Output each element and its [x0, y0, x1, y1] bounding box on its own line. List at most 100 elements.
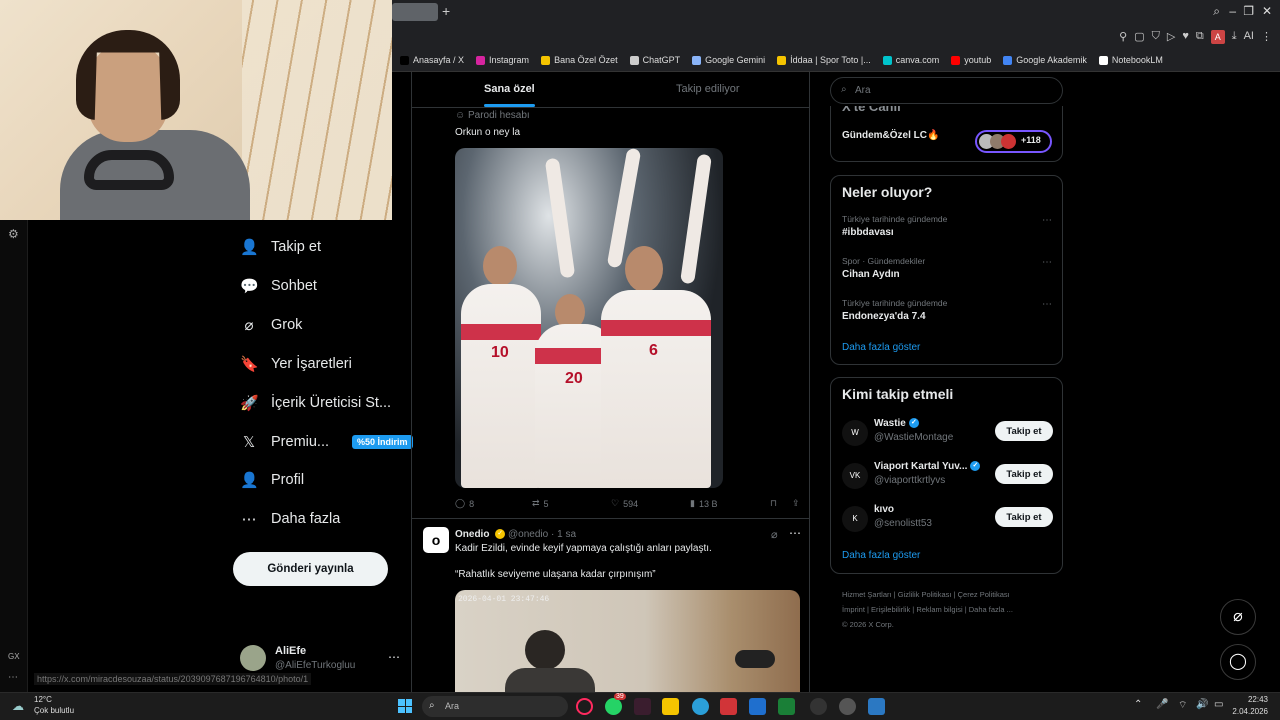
tab-following[interactable]: Takip ediliyor [676, 83, 740, 95]
settings-icon[interactable] [839, 698, 856, 715]
footer-link[interactable]: Daha fazla ... [969, 605, 1013, 614]
suggestion-name[interactable]: Wastie ✓ [874, 418, 919, 429]
author-handle[interactable]: @onedio [508, 529, 548, 540]
author-name[interactable]: Onedio [455, 529, 489, 540]
avatar[interactable]: K [842, 506, 868, 532]
post-button[interactable]: Gönderi yayınla [233, 552, 388, 586]
footer-link[interactable]: İmprint [842, 605, 865, 614]
trends-show-more[interactable]: Daha fazla göster [842, 342, 920, 353]
shield-icon[interactable]: ⛉ [1152, 30, 1160, 44]
excel-icon[interactable] [778, 698, 795, 715]
profile-a-button[interactable]: A [1210, 30, 1225, 44]
live-avatars[interactable]: +118 [975, 130, 1052, 153]
extensions-icon[interactable]: ⧉ [1196, 30, 1204, 44]
whatsapp-icon[interactable]: 39 [605, 693, 626, 715]
powerpoint-icon[interactable] [720, 698, 737, 715]
footer-link[interactable]: Hizmet Şartları [842, 590, 892, 599]
volume-icon[interactable]: 🔊 [1196, 699, 1208, 710]
follow-suggestion[interactable]: W Wastie ✓ @WastieMontage Takip et [842, 418, 1053, 448]
suggestion-name[interactable]: Viaport Kartal Yuv... ✓ [874, 461, 981, 472]
edge-icon[interactable] [692, 698, 709, 715]
more-icon[interactable]: ⋯ [789, 526, 801, 540]
minimize-icon[interactable]: – [1229, 4, 1236, 18]
wifi-icon[interactable]: ⌔ [1178, 699, 1187, 712]
like-button[interactable]: ♡ 594 [611, 498, 690, 509]
search-input[interactable]: ⌕ Ara [830, 77, 1063, 104]
footer-link[interactable]: Erişilebilirlik [871, 605, 910, 614]
browser-tab[interactable] [392, 3, 438, 21]
footer-link[interactable]: Reklam bilgisi [916, 605, 962, 614]
start-button[interactable] [398, 699, 412, 713]
more-icon[interactable]: ⋯ [1042, 257, 1052, 268]
more-icon[interactable]: ⋯ [1042, 299, 1052, 310]
follow-button[interactable]: Takip et [995, 507, 1053, 527]
opera-gx-icon[interactable] [576, 698, 593, 715]
footer-link[interactable]: Gizlilik Politikası [898, 590, 952, 599]
more-icon[interactable]: ⋯ [1042, 215, 1052, 226]
repost-button[interactable]: ⇄ 5 [532, 498, 611, 509]
reply-button[interactable]: ◯ 8 [455, 498, 532, 509]
avatar[interactable]: W [842, 420, 868, 446]
sidebar-item-more-circle[interactable]: ⋯ Daha fazla [240, 507, 341, 531]
grok-fab[interactable]: ⌀ [1220, 599, 1256, 635]
sidebar-item-grok[interactable]: ⌀ Grok [240, 313, 302, 337]
messages-fab[interactable]: ◯ [1220, 644, 1256, 680]
mic-icon[interactable]: 🎤 [1156, 699, 1168, 710]
sidebar-item-rocket[interactable]: 🚀 İçerik Üreticisi St... [240, 391, 391, 415]
app-icon[interactable] [634, 698, 651, 715]
tweet-time[interactable]: 1 sa [557, 529, 576, 540]
ai-button[interactable]: AI [1244, 30, 1254, 44]
battery-icon[interactable]: ▭ [1214, 699, 1223, 710]
close-icon[interactable]: ✕ [1262, 4, 1272, 18]
search-icon[interactable]: ⌕ [1213, 4, 1220, 19]
bookmark-item[interactable]: Google Akademik [997, 53, 1093, 67]
word-icon[interactable] [749, 698, 766, 715]
tweet-photo[interactable]: 2026-04-01 23:47:46 [455, 590, 800, 692]
bookmark-item[interactable]: Instagram [470, 53, 535, 67]
new-tab-button[interactable]: + [442, 3, 450, 19]
bookmark-item[interactable]: ChatGPT [624, 53, 687, 67]
more-dots-icon[interactable]: ⋯ [8, 672, 18, 683]
follow-button[interactable]: Takip et [995, 464, 1053, 484]
steam-icon[interactable] [810, 698, 827, 715]
more-icon[interactable]: ⋯ [388, 650, 400, 664]
sidebar-item-bookmark[interactable]: 🔖 Yer İşaretleri [240, 352, 352, 376]
bookmark-item[interactable]: Google Gemini [686, 53, 771, 67]
bookmark-item[interactable]: NotebookLM [1093, 53, 1169, 67]
views-button[interactable]: ▮ 13 B [690, 498, 770, 509]
avatar[interactable]: VK [842, 463, 868, 489]
clock[interactable]: 22:43 2.04.2026 [1232, 694, 1268, 718]
suggestion-name[interactable]: kıvo [874, 504, 894, 515]
app-icon[interactable] [868, 698, 885, 715]
tab-for-you[interactable]: Sana özel [484, 83, 535, 107]
share-button[interactable]: ⇪ [792, 498, 800, 509]
footer-link[interactable]: © 2026 X Corp. [842, 620, 894, 629]
sidebar-item-add-user[interactable]: 👤 Takip et [240, 235, 321, 259]
bookmark-item[interactable]: İddaa | Spor Toto |... [771, 53, 877, 67]
footer-link[interactable]: Çerez Politikası [958, 590, 1010, 599]
sidebar-item-chat[interactable]: 💬 Sohbet [240, 274, 317, 298]
tray-chevron-icon[interactable]: ⌃ [1134, 699, 1142, 710]
sidebar-item-profile[interactable]: 👤 Profil [240, 468, 304, 492]
play-icon[interactable]: ▷ [1167, 30, 1175, 44]
account-switcher[interactable]: AliEfe @AliEfeTurkogluu ⋯ [240, 642, 400, 676]
grok-icon[interactable]: ⌀ [771, 528, 778, 541]
tweet-photo[interactable]: 10 20 6 [455, 148, 723, 488]
follow-suggestion[interactable]: VK Viaport Kartal Yuv... ✓ @viaporttkrtlyvs… [842, 461, 1053, 491]
avatar[interactable]: o [423, 527, 449, 553]
who-to-follow-show-more[interactable]: Daha fazla göster [842, 550, 920, 561]
menu-icon[interactable]: ⋮ [1261, 30, 1272, 44]
bookmark-item[interactable]: Bana Özel Özet [535, 53, 624, 67]
bookmark-item[interactable]: Anasayfa / X [394, 53, 470, 67]
folder-icon[interactable] [662, 698, 679, 715]
bookmark-item[interactable]: canva.com [877, 53, 946, 67]
follow-suggestion[interactable]: Kkıvo @senolistt53 Takip et [842, 504, 1053, 534]
bookmark-item[interactable]: youtub [945, 53, 997, 67]
follow-button[interactable]: Takip et [995, 421, 1053, 441]
pin-icon[interactable]: ⚲ [1119, 30, 1127, 44]
taskbar-search[interactable]: ⌕ Ara [422, 696, 568, 717]
screenshot-icon[interactable]: ▢ [1134, 30, 1144, 44]
download-icon[interactable]: ⤓ [1232, 30, 1237, 44]
maximize-icon[interactable]: ❐ [1243, 4, 1254, 18]
bookmark-button[interactable]: ⊓ [770, 498, 792, 509]
